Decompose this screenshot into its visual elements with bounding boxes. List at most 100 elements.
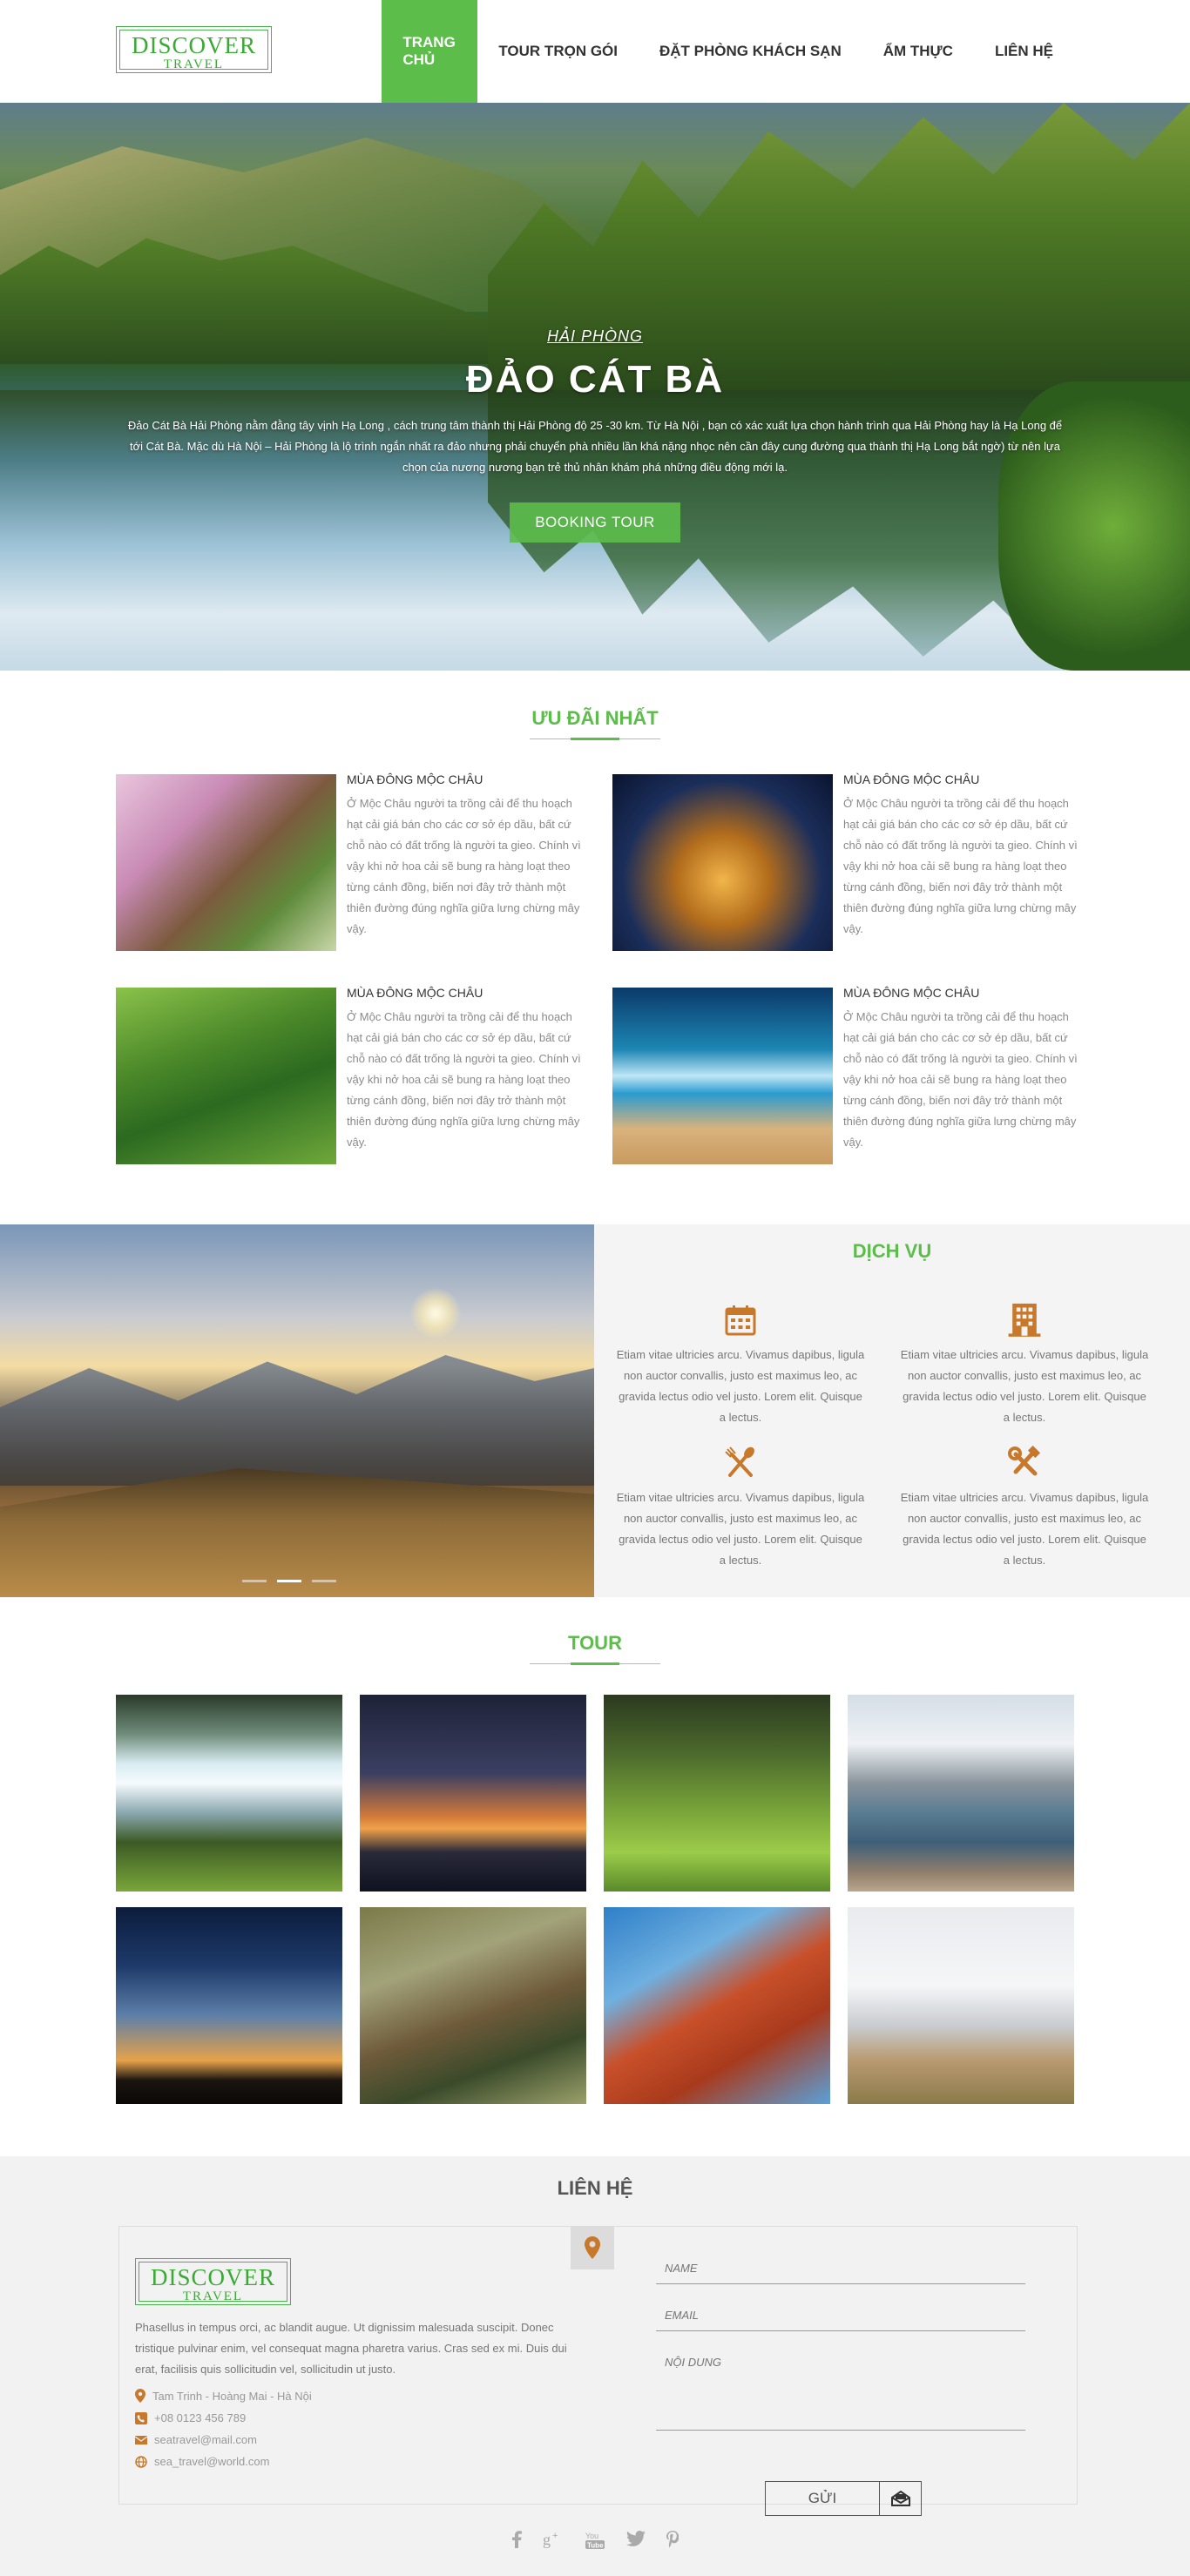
message-field[interactable]	[656, 2347, 1025, 2431]
slider-mountain-ridge	[0, 1355, 594, 1486]
offers-heading: ƯU ĐÃI NHẤT	[0, 707, 1190, 739]
main-nav: TRANG CHỦ TOUR TRỌN GÓI ĐẶT PHÒNG KHÁCH …	[382, 0, 1074, 103]
hero-content: HẢI PHÒNG ĐẢO CÁT BÀ Đảo Cát Bà Hải Phòn…	[0, 327, 1190, 543]
title-divider	[530, 1663, 660, 1664]
tour-image-canyon[interactable]	[360, 1907, 586, 2104]
tools-icon	[1008, 1446, 1041, 1476]
nav-item-home[interactable]: TRANG CHỦ	[382, 0, 478, 103]
tour-image-bridge[interactable]	[604, 1907, 830, 2104]
offer-text: Ở Mộc Châu người ta trồng cải để thu hoạ…	[843, 797, 1078, 935]
tour-image-silhouette[interactable]	[116, 1907, 342, 2104]
offer-info: MÙA ĐÔNG MỘC CHÂU Ở Mộc Châu người ta tr…	[347, 986, 586, 1153]
service-item: Etiam vitae ultricies arcu. Vivamus dapi…	[898, 1298, 1151, 1428]
contact-info: DISCOVER TRAVEL Phasellus in tempus orci…	[135, 2258, 579, 2468]
tour-image-forest[interactable]	[604, 1695, 830, 1892]
service-item: Etiam vitae ultricies arcu. Vivamus dapi…	[898, 1446, 1151, 1571]
contact-email: seatravel@mail.com	[135, 2433, 579, 2446]
offer-image[interactable]	[612, 988, 833, 1164]
globe-icon	[135, 2455, 147, 2468]
google-plus-icon[interactable]: g +	[543, 2531, 564, 2554]
slider-dot[interactable]	[242, 1580, 267, 1582]
header: DISCOVER TRAVEL TRANG CHỦ TOUR TRỌN GÓI …	[0, 0, 1190, 103]
logo-frame: DISCOVER TRAVEL	[139, 2262, 287, 2303]
facebook-icon[interactable]	[511, 2531, 522, 2554]
nav-item-contact[interactable]: LIÊN HỆ	[974, 0, 1074, 103]
name-field[interactable]	[656, 2253, 1025, 2284]
service-item: Etiam vitae ultricies arcu. Vivamus dapi…	[614, 1446, 867, 1571]
offer-image[interactable]	[612, 774, 833, 951]
service-text: Etiam vitae ultricies arcu. Vivamus dapi…	[900, 1491, 1149, 1567]
offer-image[interactable]	[116, 988, 336, 1164]
slider-dot-active[interactable]	[277, 1580, 301, 1582]
nav-item-food[interactable]: ẨM THỰC	[862, 0, 974, 103]
offer-info: MÙA ĐÔNG MỘC CHÂU Ở Mộc Châu người ta tr…	[843, 986, 1083, 1153]
website-text[interactable]: sea_travel@world.com	[154, 2455, 269, 2468]
contact-heading: LIÊN HỆ	[0, 2177, 1190, 2200]
offer-text: Ở Mộc Châu người ta trồng cải để thu hoạ…	[347, 1010, 581, 1149]
send-button-label: GỬI	[808, 2490, 837, 2506]
hero-subtitle[interactable]: HẢI PHÒNG	[0, 327, 1190, 346]
slider-sun	[409, 1287, 462, 1339]
contact-title: LIÊN HỆ	[557, 2177, 633, 2199]
phone-text[interactable]: +08 0123 456 789	[154, 2411, 246, 2424]
offer-title[interactable]: MÙA ĐÔNG MỘC CHÂU	[347, 772, 586, 786]
logo-bottom-text: TRAVEL	[182, 2289, 244, 2303]
envelope-icon	[135, 2435, 147, 2445]
logo-top-text: DISCOVER	[150, 2264, 275, 2290]
contact-form: GỬI	[656, 2253, 1025, 2516]
logo-frame: DISCOVER TRAVEL	[119, 30, 268, 71]
email-text[interactable]: seatravel@mail.com	[154, 2433, 257, 2446]
hero-title: ĐẢO CÁT BÀ	[465, 358, 725, 401]
address-text: Tam Trinh - Hoàng Mai - Hà Nội	[152, 2389, 312, 2403]
tour-image-fjord[interactable]	[848, 1695, 1074, 1892]
slider-dot[interactable]	[312, 1580, 336, 1582]
page: DISCOVER TRAVEL TRANG CHỦ TOUR TRỌN GÓI …	[0, 0, 1190, 2576]
hero-banner: HẢI PHÒNG ĐẢO CÁT BÀ Đảo Cát Bà Hải Phòn…	[0, 103, 1190, 671]
contact-box: DISCOVER TRAVEL Phasellus in tempus orci…	[118, 2226, 1078, 2516]
youtube-icon[interactable]: You Tube	[585, 2531, 605, 2554]
map-marker-icon	[135, 2389, 145, 2403]
calendar-icon	[725, 1305, 756, 1336]
offer-card[interactable]: MÙA ĐÔNG MỘC CHÂU Ở Mộc Châu người ta tr…	[612, 986, 1083, 1170]
email-field[interactable]	[656, 2300, 1025, 2331]
offer-card[interactable]: MÙA ĐÔNG MỘC CHÂU Ở Mộc Châu người ta tr…	[116, 772, 586, 957]
phone-icon	[135, 2411, 147, 2424]
nav-item-tours[interactable]: TOUR TRỌN GÓI	[477, 0, 639, 103]
nav-item-hotel[interactable]: ĐẶT PHÒNG KHÁCH SẠN	[639, 0, 862, 103]
slider-dots	[242, 1580, 336, 1582]
send-icon-box	[879, 2482, 921, 2515]
offer-title[interactable]: MÙA ĐÔNG MỘC CHÂU	[843, 772, 1083, 786]
service-text: Etiam vitae ultricies arcu. Vivamus dapi…	[616, 1491, 865, 1567]
offer-image[interactable]	[116, 774, 336, 951]
hero-description: Đảo Cát Bà Hải Phòng nằm đằng tây vịnh H…	[127, 419, 1063, 474]
svg-text:g: g	[543, 2531, 551, 2548]
svg-text:Tube: Tube	[587, 2542, 604, 2550]
service-item: Etiam vitae ultricies arcu. Vivamus dapi…	[614, 1303, 867, 1428]
offer-card[interactable]: MÙA ĐÔNG MỘC CHÂU Ở Mộc Châu người ta tr…	[116, 986, 586, 1170]
tour-image-waterfall[interactable]	[116, 1695, 342, 1892]
logo[interactable]: DISCOVER TRAVEL	[116, 26, 272, 73]
pinterest-icon[interactable]	[666, 2531, 680, 2554]
slider-hill-slope	[0, 1468, 594, 1597]
twitter-icon[interactable]	[626, 2531, 646, 2554]
offer-title[interactable]: MÙA ĐÔNG MỘC CHÂU	[843, 986, 1083, 1000]
contact-phone: +08 0123 456 789	[135, 2411, 579, 2424]
tour-image-church[interactable]	[848, 1907, 1074, 2104]
booking-tour-button[interactable]: BOOKING TOUR	[510, 502, 680, 543]
tour-image-pier-sunset[interactable]	[360, 1695, 586, 1892]
offer-info: MÙA ĐÔNG MỘC CHÂU Ở Mộc Châu người ta tr…	[843, 772, 1083, 940]
logo-bottom-text: TRAVEL	[163, 57, 225, 71]
cutlery-icon	[725, 1446, 754, 1477]
contact-website: sea_travel@world.com	[135, 2455, 579, 2468]
building-icon	[1008, 1303, 1041, 1337]
title-divider	[530, 738, 660, 739]
contact-logo: DISCOVER TRAVEL	[135, 2258, 291, 2305]
offer-title[interactable]: MÙA ĐÔNG MỘC CHÂU	[347, 986, 586, 1000]
send-button[interactable]: GỬI	[765, 2481, 922, 2516]
offer-card[interactable]: MÙA ĐÔNG MỘC CHÂU Ở Mộc Châu người ta tr…	[612, 772, 1083, 957]
offer-info: MÙA ĐÔNG MỘC CHÂU Ở Mộc Châu người ta tr…	[347, 772, 586, 940]
logo-top-text: DISCOVER	[131, 32, 256, 58]
contact-address: Tam Trinh - Hoàng Mai - Hà Nội	[135, 2389, 579, 2403]
contact-description: Phasellus in tempus orci, ac blandit aug…	[135, 2321, 567, 2376]
services-slider-image	[0, 1224, 594, 1597]
